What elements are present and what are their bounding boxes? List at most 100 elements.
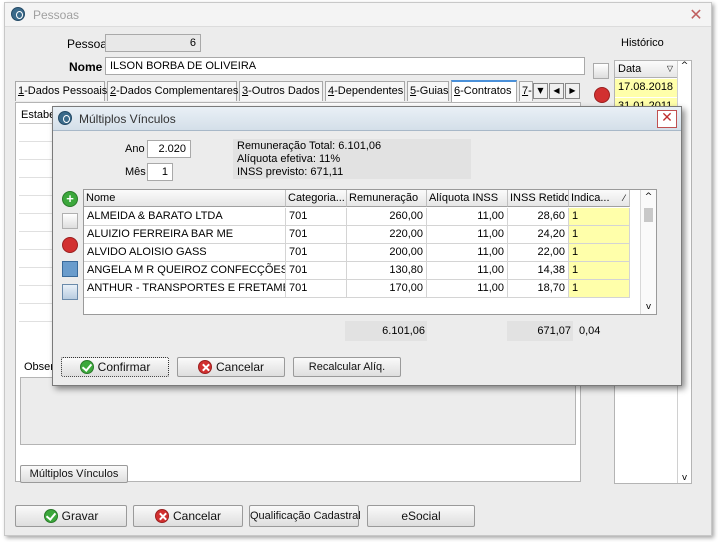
window-titlebar: Pessoas ✕ <box>5 3 711 27</box>
edit-icon[interactable] <box>62 213 78 229</box>
cell-categoria[interactable]: 701 <box>286 262 347 280</box>
inss-previsto-text: INSS previsto: 671,11 <box>237 166 344 178</box>
scroll-up-icon[interactable]: ^ <box>678 61 691 71</box>
remove-icon[interactable] <box>62 237 78 253</box>
cell-nome[interactable]: ALUIZIO FERREIRA BAR ME <box>84 226 286 244</box>
tab-scroll-left-icon[interactable]: ◀ <box>549 83 564 99</box>
dialog-titlebar: Múltiplos Vínculos ✕ <box>53 107 681 131</box>
grid-scrollbar[interactable]: ^ v <box>640 190 656 314</box>
dialog-close-icon[interactable]: ✕ <box>657 110 677 128</box>
scroll-down-icon[interactable]: v <box>678 473 691 483</box>
cell-remuneracao[interactable]: 130,80 <box>347 262 427 280</box>
historico-row[interactable]: 17.08.2018 <box>615 79 677 97</box>
col-header-aliquota[interactable]: Alíquota INSS <box>427 190 508 207</box>
cell-retido[interactable]: 14,38 <box>508 262 569 280</box>
col-header-categoria[interactable]: Categoria... <box>286 190 347 207</box>
cell-indica[interactable]: 1 <box>569 262 630 280</box>
cell-remuneracao[interactable]: 200,00 <box>347 244 427 262</box>
summary-box: Remuneração Total: 6.101,06 Alíquota efe… <box>233 139 471 179</box>
check-icon <box>43 509 58 523</box>
cell-remuneracao[interactable]: 260,00 <box>347 208 427 226</box>
tab-dependentes[interactable]: 4-Dependentes <box>325 81 405 101</box>
window-title: Pessoas <box>33 8 80 22</box>
col-header-nome[interactable]: Nome <box>84 190 286 207</box>
tab-7[interactable]: 7- <box>519 81 533 101</box>
total-remuneracao: 6.101,06 <box>345 321 427 341</box>
cell-retido[interactable]: 22,00 <box>508 244 569 262</box>
total-diferenca: 0,04 <box>579 325 601 337</box>
grid-scroll-up-icon[interactable]: ^ <box>641 190 656 204</box>
cell-remuneracao[interactable]: 170,00 <box>347 280 427 298</box>
dialog-title: Múltiplos Vínculos <box>79 112 176 126</box>
cell-aliquota[interactable]: 11,00 <box>427 262 508 280</box>
confirmar-button[interactable]: Confirmar <box>61 357 169 377</box>
ano-field[interactable]: 2.020 <box>147 140 191 158</box>
edit-note-icon[interactable] <box>593 63 609 79</box>
cancel-icon <box>197 360 212 374</box>
cell-aliquota[interactable]: 11,00 <box>427 208 508 226</box>
historico-data-header[interactable]: Data ▽ <box>615 61 677 78</box>
grid-scroll-thumb[interactable] <box>644 208 653 222</box>
pessoa-field[interactable]: 6 <box>105 34 201 52</box>
cell-categoria[interactable]: 701 <box>286 226 347 244</box>
cell-indica[interactable]: 1 <box>569 280 630 298</box>
col-header-remuneracao[interactable]: Remuneração <box>347 190 427 207</box>
recalcular-aliquota-button[interactable]: Recalcular Alíq. <box>293 357 401 377</box>
tab-guias[interactable]: 5-Guias <box>407 81 449 101</box>
tab-dropdown-icon[interactable]: ▼ <box>533 83 548 99</box>
cell-aliquota[interactable]: 11,00 <box>427 280 508 298</box>
tab-scroll-right-icon[interactable]: ▶ <box>565 83 580 99</box>
cell-retido[interactable]: 28,60 <box>508 208 569 226</box>
vinculos-grid: Nome Categoria... Remuneração Alíquota I… <box>83 189 657 315</box>
dialog-cancelar-button[interactable]: Cancelar <box>177 357 285 377</box>
app-logo-icon <box>11 7 25 21</box>
sort-filter-icon[interactable]: ▽ <box>667 61 673 77</box>
mes-field[interactable]: 1 <box>147 163 173 181</box>
ano-label: Ano <box>125 143 145 155</box>
cell-categoria[interactable]: 701 <box>286 208 347 226</box>
edit-row-icon[interactable] <box>62 284 78 300</box>
esocial-button[interactable]: eSocial <box>367 505 475 527</box>
observacao-field[interactable] <box>20 377 576 445</box>
cell-nome[interactable]: ALVIDO ALOISIO GASS <box>84 244 286 262</box>
tab-contratos[interactable]: 6-Contratos <box>451 80 517 102</box>
grid-scroll-down-icon[interactable]: v <box>641 302 656 312</box>
cell-categoria[interactable]: 701 <box>286 244 347 262</box>
cell-categoria[interactable]: 701 <box>286 280 347 298</box>
cell-retido[interactable]: 24,20 <box>508 226 569 244</box>
cell-nome[interactable]: ANTHUR - TRANSPORTES E FRETAMENTOS <box>84 280 286 298</box>
sort-icon: ⁄ <box>623 193 625 203</box>
col-header-indicador[interactable]: Indica... ⁄ <box>569 190 630 207</box>
tab-outros-dados[interactable]: 3-Outros Dados <box>239 81 323 101</box>
cancelar-button[interactable]: Cancelar <box>133 505 243 527</box>
cell-aliquota[interactable]: 11,00 <box>427 244 508 262</box>
add-icon[interactable]: + <box>62 191 78 207</box>
mes-label: Mês <box>125 166 146 178</box>
cell-retido[interactable]: 18,70 <box>508 280 569 298</box>
multiplos-vinculos-dialog: Múltiplos Vínculos ✕ Ano 2.020 Mês 1 Rem… <box>52 106 682 386</box>
close-icon[interactable]: ✕ <box>687 6 705 24</box>
remuneracao-total-text: Remuneração Total: 6.101,06 <box>237 140 382 152</box>
tab-dados-pessoais[interactable]: 1-Dados Pessoais <box>15 81 107 101</box>
delete-icon[interactable] <box>594 87 610 103</box>
cell-remuneracao[interactable]: 220,00 <box>347 226 427 244</box>
nome-field[interactable]: ILSON BORBA DE OLIVEIRA <box>105 57 585 75</box>
observacao-label: Obser <box>24 361 54 373</box>
cell-nome[interactable]: ANGELA M R QUEIROZ CONFECÇÕES <box>84 262 286 280</box>
total-inss-retido: 671,07 <box>507 321 573 341</box>
cell-indica[interactable]: 1 <box>569 244 630 262</box>
cell-nome[interactable]: ALMEIDA & BARATO LTDA <box>84 208 286 226</box>
multiplos-vinculos-button[interactable]: Múltiplos Vínculos <box>20 465 128 483</box>
cell-indica[interactable]: 1 <box>569 226 630 244</box>
cell-aliquota[interactable]: 11,00 <box>427 226 508 244</box>
tab-dados-complementares[interactable]: 2-Dados Complementares <box>107 81 238 101</box>
check-icon <box>79 360 94 374</box>
dialog-logo-icon <box>58 111 72 125</box>
gravar-button[interactable]: Gravar <box>15 505 127 527</box>
col-header-inss-retido[interactable]: INSS Retido <box>508 190 569 207</box>
cell-indica[interactable]: 1 <box>569 208 630 226</box>
historico-title: Histórico <box>621 37 664 49</box>
table-icon[interactable] <box>62 261 78 277</box>
qualificacao-cadastral-button[interactable]: Qualificação Cadastral <box>249 505 361 527</box>
pessoa-label: Pessoa <box>67 37 108 51</box>
